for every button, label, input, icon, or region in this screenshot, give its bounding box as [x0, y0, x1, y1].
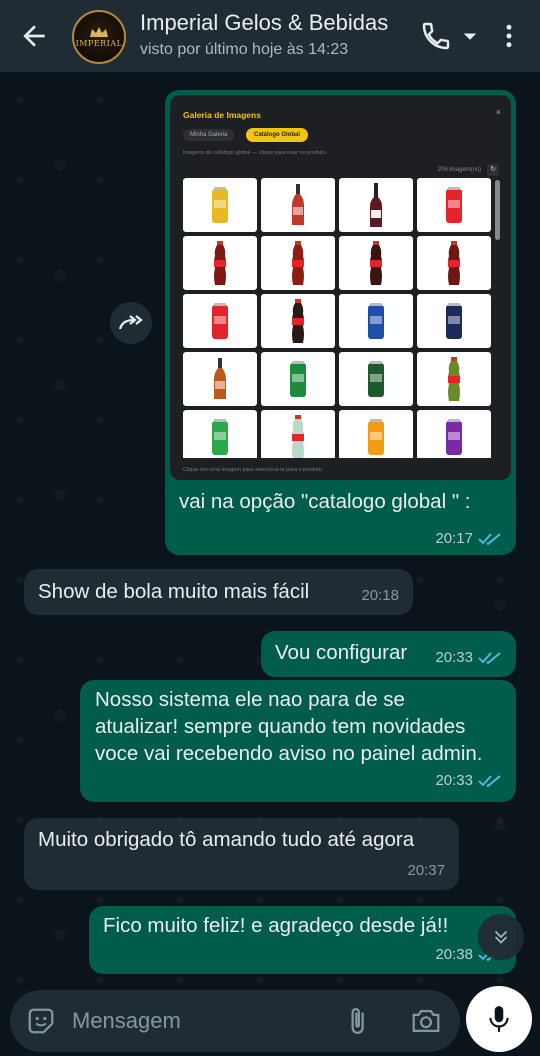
message-time: 20:38 [435, 946, 473, 963]
product-thumbnail [183, 410, 257, 458]
more-vert-icon[interactable] [494, 20, 524, 52]
camera-icon[interactable] [410, 1006, 442, 1036]
refresh-icon: ↻ [487, 164, 499, 176]
message-time: 20:17 [435, 530, 473, 547]
message-meta: 20:18 [361, 582, 399, 609]
forward-icon [118, 315, 143, 330]
message-bubble[interactable]: Show de bola muito mais fácil 20:18 [24, 569, 413, 615]
avatar[interactable]: IMPERIAL [72, 10, 126, 64]
message-meta: 20:37 [407, 857, 445, 884]
product-thumbnail [339, 236, 413, 290]
product-grid [183, 178, 501, 458]
message-text: Show de bola muito mais fácil [38, 580, 310, 603]
product-thumbnail [339, 410, 413, 458]
product-thumbnail [417, 410, 491, 458]
gallery-footer: Clique em uma imagem para selecioná-la p… [183, 467, 324, 473]
gallery-scrollbar [495, 180, 500, 240]
tab-global-catalog: Catálogo Global [246, 128, 309, 142]
message-text: Nosso sistema ele nao para de se atualiz… [95, 688, 483, 765]
message-meta: 20:33 [435, 767, 502, 794]
product-thumbnail [417, 236, 491, 290]
message-bubble[interactable]: Fico muito feliz! e agradeço desde já!! … [89, 906, 516, 974]
product-thumbnail [183, 294, 257, 348]
image-message[interactable]: Galeria de Imagens × Minha Galeria Catál… [165, 90, 516, 555]
emoji-icon[interactable] [26, 1006, 56, 1036]
product-thumbnail [261, 294, 335, 348]
message-text: Muito obrigado tô amando tudo até agora [38, 828, 415, 851]
image-caption: vai na opção "catalogo global " : [179, 490, 471, 513]
message-bubble[interactable]: Muito obrigado tô amando tudo até agora … [24, 818, 459, 890]
product-thumbnail [417, 178, 491, 232]
chat-title: Imperial Gelos & Bebidas [140, 10, 389, 35]
scroll-to-bottom-button[interactable] [478, 914, 524, 960]
mic-icon [489, 1006, 509, 1032]
product-thumbnail [261, 352, 335, 406]
message-bubble[interactable]: Nosso sistema ele nao para de se atualiz… [80, 680, 516, 802]
product-thumbnail [261, 236, 335, 290]
chat-header: IMPERIAL Imperial Gelos & Bebidas visto … [0, 0, 540, 72]
product-thumbnail [339, 352, 413, 406]
shared-screenshot[interactable]: Galeria de Imagens × Minha Galeria Catál… [170, 95, 511, 480]
message-time: 20:37 [407, 862, 445, 879]
dropdown-icon[interactable] [455, 20, 485, 52]
tab-my-gallery: Minha Galeria [183, 129, 235, 141]
chat-title-block[interactable]: Imperial Gelos & Bebidas visto por últim… [140, 10, 415, 59]
message-time: 20:33 [435, 772, 473, 789]
image-count: 206 imagem(ns) [437, 167, 481, 173]
back-arrow-icon[interactable] [18, 20, 50, 52]
last-seen-status: visto por último hoje às 14:23 [140, 41, 349, 58]
message-input[interactable] [72, 1006, 322, 1036]
product-thumbnail [183, 236, 257, 290]
product-thumbnail [261, 410, 335, 458]
read-ticks-icon [478, 774, 501, 787]
crown-logo-icon [90, 27, 108, 37]
product-thumbnail [183, 352, 257, 406]
message-time: 20:33 [435, 649, 473, 666]
message-meta: 20:33 [435, 644, 502, 671]
message-time: 20:18 [361, 587, 399, 604]
gallery-close: × [495, 107, 501, 117]
message-meta: 20:17 [435, 530, 502, 547]
phone-icon[interactable] [420, 20, 452, 52]
product-thumbnail [417, 352, 491, 406]
product-thumbnail [183, 178, 257, 232]
product-thumbnail [339, 178, 413, 232]
message-text: Fico muito feliz! e agradeço desde já!! [103, 914, 449, 937]
product-thumbnail [417, 294, 491, 348]
read-ticks-icon [478, 651, 501, 664]
message-text: Vou configurar [275, 641, 408, 664]
attach-icon[interactable] [342, 1006, 372, 1036]
double-chevron-down-icon [494, 930, 508, 944]
forward-button[interactable] [110, 302, 152, 344]
composer-bar [10, 990, 460, 1052]
gallery-subtitle: Imagens do catálogo global — clique para… [183, 150, 328, 156]
product-thumbnail [261, 178, 335, 232]
product-thumbnail [339, 294, 413, 348]
avatar-logo-text: IMPERIAL [75, 39, 123, 48]
gallery-title: Galeria de Imagens [183, 110, 261, 120]
read-ticks-icon [478, 532, 501, 545]
message-bubble[interactable]: Vou configurar 20:33 [261, 631, 516, 677]
mic-button[interactable] [466, 986, 532, 1052]
